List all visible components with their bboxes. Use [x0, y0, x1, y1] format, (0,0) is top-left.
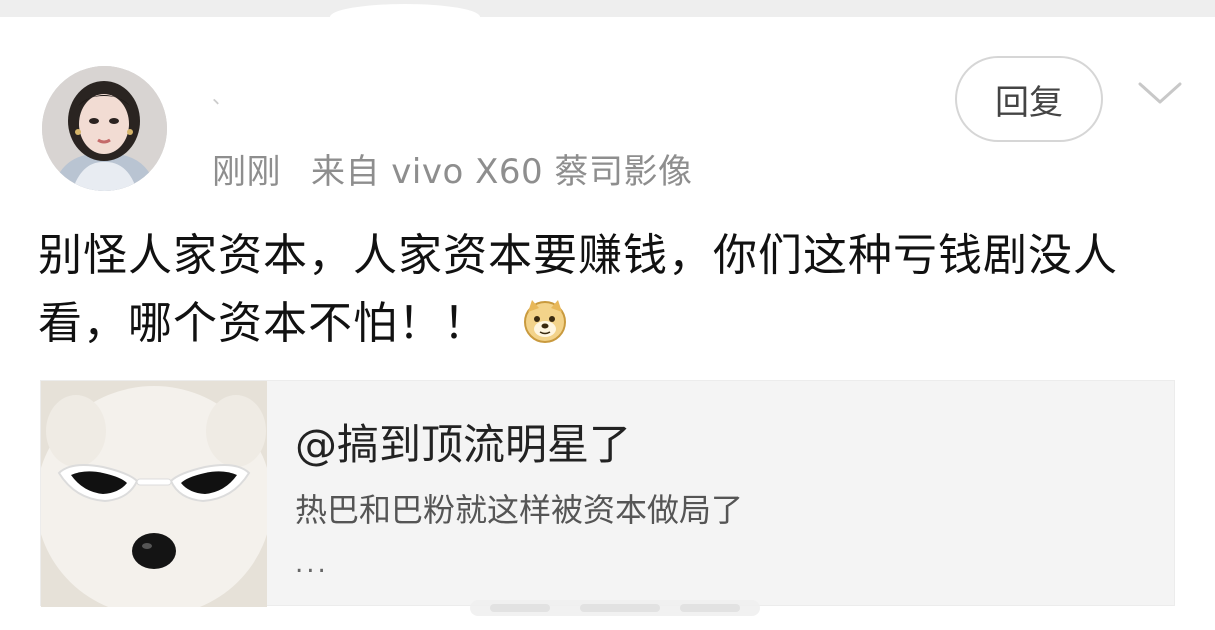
username[interactable]: 、	[212, 80, 232, 109]
quoted-post-subtitle: 热巴和巴粉就这样被资本做局了	[295, 491, 744, 529]
quoted-post-card[interactable]: @搞到顶流明星了 热巴和巴粉就这样被资本做局了 ...	[40, 380, 1175, 607]
post-meta: 刚刚 来自 vivo X60 蔡司影像	[212, 144, 692, 193]
quoted-post-ellipsis: ...	[295, 549, 329, 579]
post-body: 别怪人家资本，人家资本要赚钱，你们这种亏钱剧没人看，哪个资本不怕！！	[38, 222, 1188, 358]
quoted-post-title: @搞到顶流明星了	[295, 420, 632, 469]
doge-icon	[524, 300, 566, 343]
post-time: 刚刚	[212, 152, 281, 192]
chevron-down-icon[interactable]	[1136, 78, 1184, 108]
post-source: 来自 vivo X60 蔡司影像	[311, 152, 693, 192]
dog-with-sunglasses-image	[41, 381, 267, 607]
avatar-image	[42, 66, 167, 191]
quoted-post-thumbnail	[41, 381, 267, 607]
avatar[interactable]	[42, 66, 167, 191]
post-text: 别怪人家资本，人家资本要赚钱，你们这种亏钱剧没人看，哪个资本不怕！！	[38, 230, 1118, 349]
top-separator	[0, 0, 1215, 17]
top-separator-bump	[330, 4, 480, 30]
reply-button[interactable]: 回复	[955, 56, 1103, 142]
watermark	[470, 600, 760, 616]
